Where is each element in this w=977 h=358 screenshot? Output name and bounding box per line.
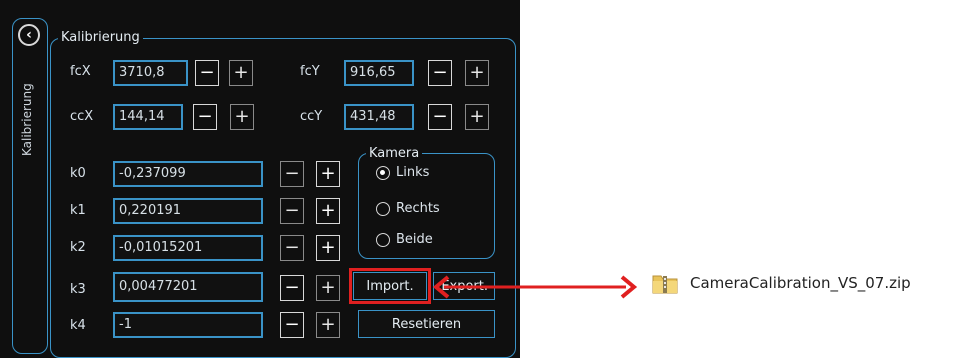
k4-label: k4 bbox=[70, 318, 86, 333]
fcy-field[interactable]: 916,65 bbox=[344, 60, 414, 86]
k0-field[interactable]: -0,237099 bbox=[113, 161, 263, 187]
fcy-increment-button[interactable]: + bbox=[465, 60, 489, 86]
k0-decrement-button[interactable]: − bbox=[280, 161, 304, 187]
k3-decrement-button[interactable]: − bbox=[280, 275, 304, 301]
radio-links[interactable]: Links bbox=[376, 165, 429, 180]
radio-rechts[interactable]: Rechts bbox=[376, 201, 440, 216]
k2-increment-button[interactable]: + bbox=[316, 235, 340, 261]
radio-unselected-icon bbox=[376, 201, 390, 216]
ccy-field[interactable]: 431,48 bbox=[344, 104, 414, 130]
import-highlight-box bbox=[349, 268, 431, 304]
k2-field[interactable]: -0,01015201 bbox=[113, 235, 263, 261]
ccx-increment-button[interactable]: + bbox=[230, 104, 254, 130]
calibration-group-title: Kalibrierung bbox=[58, 30, 143, 46]
k2-decrement-button[interactable]: − bbox=[280, 235, 304, 261]
k4-decrement-button[interactable]: − bbox=[280, 312, 304, 338]
k2-label: k2 bbox=[70, 240, 86, 255]
ccx-decrement-button[interactable]: − bbox=[193, 104, 217, 130]
reset-button[interactable]: Resetieren bbox=[358, 310, 495, 338]
k1-field[interactable]: 0,220191 bbox=[113, 198, 263, 224]
radio-links-label: Links bbox=[396, 165, 430, 180]
fcx-decrement-button[interactable]: − bbox=[195, 60, 219, 86]
zip-file[interactable]: CameraCalibration_VS_07.zip bbox=[652, 272, 911, 294]
k0-increment-button[interactable]: + bbox=[316, 161, 340, 187]
radio-selected-icon bbox=[376, 165, 390, 180]
ccy-decrement-button[interactable]: − bbox=[428, 104, 452, 130]
double-arrow-icon bbox=[432, 275, 638, 299]
fcx-field[interactable]: 3710,8 bbox=[113, 60, 188, 86]
k1-label: k1 bbox=[70, 203, 86, 218]
ccx-label: ccX bbox=[70, 109, 94, 124]
k3-increment-button[interactable]: + bbox=[316, 275, 340, 301]
fcx-label: fcX bbox=[70, 64, 91, 79]
ccx-field[interactable]: 144,14 bbox=[113, 104, 183, 130]
camera-group-title: Kamera bbox=[366, 146, 423, 162]
radio-beide[interactable]: Beide bbox=[376, 232, 433, 247]
fcx-increment-button[interactable]: + bbox=[229, 60, 253, 86]
k0-label: k0 bbox=[70, 166, 86, 181]
fcy-label: fcY bbox=[300, 64, 320, 79]
zip-file-name: CameraCalibration_VS_07.zip bbox=[690, 274, 911, 292]
k3-label: k3 bbox=[70, 282, 86, 297]
k3-field[interactable]: 0,00477201 bbox=[113, 272, 263, 302]
radio-rechts-label: Rechts bbox=[396, 201, 440, 216]
radio-unselected-icon bbox=[376, 232, 390, 247]
ccy-increment-button[interactable]: + bbox=[465, 104, 489, 130]
k4-field[interactable]: -1 bbox=[113, 312, 263, 338]
k4-increment-button[interactable]: + bbox=[316, 312, 340, 338]
back-button[interactable]: ‹ bbox=[18, 24, 40, 46]
chevron-left-icon: ‹ bbox=[26, 27, 32, 43]
radio-beide-label: Beide bbox=[396, 232, 433, 247]
side-tab-label: Kalibrierung bbox=[20, 83, 34, 157]
ccy-label: ccY bbox=[300, 109, 323, 124]
k1-increment-button[interactable]: + bbox=[316, 198, 340, 224]
calibration-panel: ‹ Kalibrierung Kalibrierung fcX 3710,8 −… bbox=[0, 0, 520, 358]
k1-decrement-button[interactable]: − bbox=[280, 198, 304, 224]
zip-folder-icon bbox=[652, 272, 678, 294]
fcy-decrement-button[interactable]: − bbox=[428, 60, 452, 86]
